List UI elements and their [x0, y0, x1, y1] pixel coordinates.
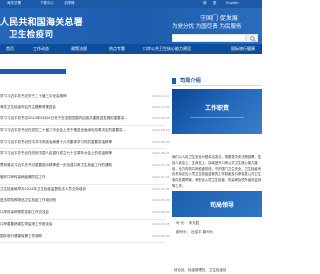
section-header-bar — [0, 69, 66, 74]
news-date: 2024-07-26 — [152, 163, 170, 167]
news-title[interactable]: 进出境特殊物品卫生检疫工作培训班 — [0, 198, 56, 203]
news-date: 2024-07-03 — [152, 198, 170, 202]
news-divider — [0, 242, 165, 243]
news-title[interactable]: 学习习近平总书记在党的二十届三中全会上关于推进全面深化改革决定的重要讲... — [0, 128, 126, 133]
news-item[interactable]: 学习习近平总书记关于二十届三中全会精神 2024-10-11 — [0, 94, 169, 99]
news-divider — [0, 184, 165, 185]
site-banner: 人民共和国海关总署 卫生检疫司 守国门 促发展 为党分忧 为国尽责 为民服务 — [0, 8, 262, 44]
leaders-label: 司局领导 — [210, 202, 235, 209]
nav-item-port-health-capacity[interactable]: 口岸公共卫生核心能力建设 — [143, 46, 191, 52]
news-item[interactable]: 口岸传染病预防控制工作交流会 2024-06-24 — [0, 210, 169, 215]
news-date: 2024-07-19 — [152, 175, 170, 179]
top-utility-bar: 海关总署 下载中心 无障碍 简 繁 English — [0, 0, 262, 8]
topbar-link-simplified[interactable]: 简 — [203, 1, 207, 6]
news-divider — [0, 125, 165, 126]
news-date: 2024-09-04 — [152, 116, 170, 120]
news-date: 2024-06-06 — [152, 234, 170, 238]
news-date: 2024-08-13 — [152, 128, 170, 132]
news-date: 2024-07-08 — [152, 187, 170, 191]
department-intro-text: 我们以人民卫生安全为根本出发点，按照党中央决策部署，坚持人民至上、生命至上，持续… — [172, 155, 262, 188]
nav-item-topics[interactable]: 热点专题 — [109, 46, 125, 52]
news-item[interactable]: 卫生检疫局举办2024年卫生检疫监督执法人员业务培训 2024-07-08 — [0, 187, 169, 192]
news-divider — [0, 219, 165, 220]
nav-item-policies[interactable]: 政策法规 — [71, 46, 87, 52]
news-title[interactable]: 口岸传染病预防控制工作交流会 — [0, 210, 49, 215]
search-button[interactable] — [246, 34, 258, 42]
topbar-link-downloads[interactable]: 下载中心 — [40, 1, 54, 6]
news-date: 2024-10-11 — [152, 94, 170, 98]
news-item[interactable]: 海关卫生检疫司召开主题教育推进会 2024-10-09 — [0, 105, 169, 110]
leader-row[interactable]: 司 长： 朱光胜 — [176, 221, 199, 226]
news-date: 2024-06-24 — [152, 210, 170, 214]
sidebar-section-title[interactable]: 司局介绍 — [180, 77, 201, 84]
news-item[interactable]: 学习习近平总书记在中共中央政治局第十六次集体学习时的重要讲话精神 2024-08-… — [0, 140, 169, 145]
duties-label: 工作职责 — [205, 105, 230, 112]
news-item[interactable]: 贯彻落实习近平总书记重要指示精神进一步加强口岸卫生检疫工作的通知 2024-07-… — [0, 163, 169, 168]
news-item[interactable]: 做好口岸传染病疫情防控工作 2024-07-19 — [0, 175, 169, 180]
section-divider — [172, 85, 262, 86]
news-title[interactable]: 学习习近平总书记在中共中央政治局第十六次集体学习时的重要讲话精神 — [0, 140, 112, 145]
news-title[interactable]: 学习习近平总书记关于二十届三中全会精神 — [0, 94, 67, 99]
news-title[interactable]: 学习习近平总书记2024年8月26日关于在全国范围内加强共建推进发展的重要讲..… — [0, 116, 127, 121]
news-item[interactable]: 学习习近平总书记在庆祝中国人民银行成立七十五周年大会上的讲话精神 2024-08-… — [0, 151, 169, 156]
main-nav: 首页 工作动态 政策法规 热点专题 口岸公共卫生核心能力建设 国际旅行健康 — [0, 44, 262, 54]
news-title[interactable]: 学习习近平总书记在庆祝中国人民银行成立七十五周年大会上的讲话精神 — [0, 151, 112, 156]
news-date: 2024-06-18 — [152, 222, 170, 226]
news-date: 2024-08-02 — [152, 140, 170, 144]
nav-item-home[interactable]: 首页 — [6, 46, 14, 52]
news-title[interactable]: 做好口岸传染病疫情防控工作 — [0, 175, 46, 180]
duties-banner[interactable]: 工作职责 — [172, 89, 262, 134]
topbar-link-traditional[interactable]: 繁 — [213, 1, 217, 6]
news-divider — [0, 148, 165, 149]
nav-item-work-news[interactable]: 工作动态 — [33, 46, 49, 52]
division-list: 综合处、检疫管理处、卫生检疫处 — [174, 268, 227, 272]
news-title[interactable]: 贯彻落实习近平总书记重要指示精神进一步加强口岸卫生检疫工作的通知 — [0, 163, 112, 168]
leaders-banner[interactable]: 司局领导 — [172, 191, 262, 217]
news-title[interactable]: 卫生检疫局举办2024年卫生检疫监督执法人员业务培训 — [0, 187, 86, 192]
topbar-link-accessibility[interactable]: 无障碍 — [64, 1, 75, 6]
news-title[interactable]: 国际旅行健康保健工作调研 — [0, 234, 42, 239]
news-item[interactable]: 进出境特殊物品卫生检疫工作培训班 2024-07-03 — [0, 198, 169, 203]
leader-row[interactable]: 副司长： 杜绍平 副司长 — [176, 230, 213, 235]
site-title-line2[interactable]: 卫生检疫司 — [9, 28, 54, 40]
nav-item-travel-health[interactable]: 国际旅行健康 — [231, 46, 255, 52]
topbar-link-customs[interactable]: 海关总署 — [7, 1, 21, 6]
banner-decoration — [190, 117, 244, 127]
slogan-secondary: 为党分忧 为国尽责 为民服务 — [172, 24, 242, 30]
news-title[interactable]: 海关卫生检疫司召开主题教育推进会 — [0, 105, 56, 110]
news-date: 2024-10-09 — [152, 105, 170, 109]
news-item[interactable]: 学习习近平总书记2024年8月26日关于在全国范围内加强共建推进发展的重要讲..… — [0, 116, 169, 121]
news-date: 2024-08-02 — [152, 151, 170, 155]
news-item[interactable]: 国际旅行健康保健工作调研 2024-06-06 — [0, 234, 169, 239]
section-title-marker — [172, 78, 176, 84]
topbar-link-english[interactable]: English — [226, 1, 239, 5]
search-input[interactable] — [172, 34, 246, 42]
news-item[interactable]: 学习习近平总书记在党的二十届三中全会上关于推进全面深化改革决定的重要讲... 20… — [0, 128, 169, 133]
news-item[interactable]: 口岸重要病媒生物监测工作座谈会 2024-06-18 — [0, 222, 169, 227]
search-icon — [250, 36, 256, 42]
site-title-line1[interactable]: 人民共和国海关总署 — [0, 15, 83, 28]
slogan-primary: 守国门 促发展 — [200, 15, 238, 22]
news-title[interactable]: 口岸重要病媒生物监测工作座谈会 — [0, 222, 53, 227]
